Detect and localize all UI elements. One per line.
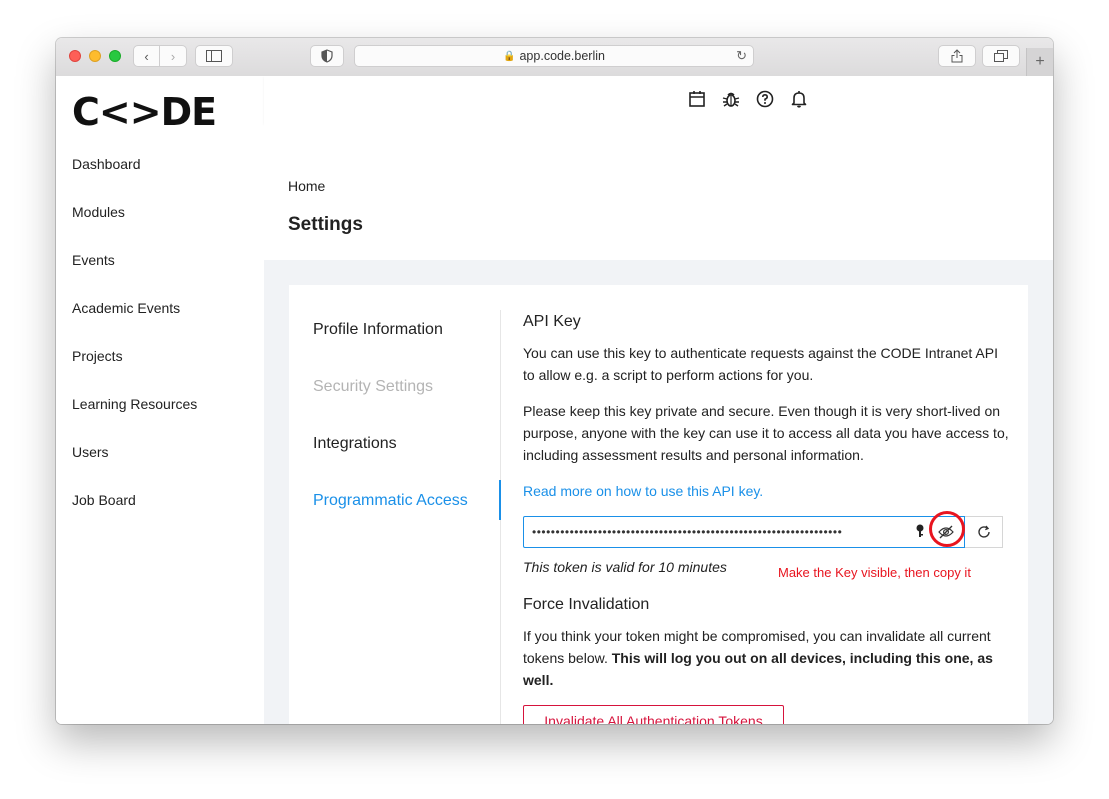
token-validity-text: This token is valid for 10 minutes: [523, 559, 727, 575]
address-bar[interactable]: 🔒 app.code.berlin ↻: [354, 45, 754, 67]
browser-toolbar: ‹ › 🔒 app.code.berlin ↻ +: [56, 38, 1053, 77]
api-key-input[interactable]: ••••••••••••••••••••••••••••••••••••••••…: [523, 516, 965, 548]
sidebar: C<>DE Dashboard Modules Events Academic …: [56, 76, 264, 724]
chevron-left-icon: ‹: [144, 48, 149, 64]
breadcrumb[interactable]: Home: [288, 178, 325, 194]
api-key-heading: API Key: [523, 313, 581, 330]
api-key-read-more-link[interactable]: Read more on how to use this API key.: [523, 483, 763, 499]
highlight-circle: [929, 511, 965, 547]
tab-programmatic-access[interactable]: Programmatic Access: [313, 492, 468, 510]
tabs-overview-button[interactable]: [982, 45, 1020, 67]
sidebar-item-users[interactable]: Users: [72, 444, 109, 460]
page-title: Settings: [288, 214, 363, 235]
api-key-field-group: ••••••••••••••••••••••••••••••••••••••••…: [523, 511, 1005, 548]
top-bar: [264, 76, 1053, 124]
sidebar-item-learning-resources[interactable]: Learning Resources: [72, 396, 197, 412]
api-key-warning: Please keep this key private and secure.…: [523, 403, 1009, 463]
refresh-icon: [977, 525, 990, 538]
forward-button[interactable]: ›: [160, 45, 187, 67]
zoom-window-button[interactable]: [109, 50, 121, 62]
bell-icon[interactable]: [788, 88, 810, 110]
app-page: C<>DE Dashboard Modules Events Academic …: [56, 76, 1053, 724]
tabs-icon: [994, 50, 1008, 62]
url-text: app.code.berlin: [519, 49, 605, 63]
api-key-intro: You can use this key to authenticate req…: [523, 345, 998, 383]
top-icons: [686, 88, 810, 110]
tab-integrations[interactable]: Integrations: [313, 435, 397, 453]
calendar-icon[interactable]: [686, 88, 708, 110]
sidebar-item-projects[interactable]: Projects: [72, 348, 123, 364]
force-invalidation-heading: Force Invalidation: [523, 596, 650, 613]
back-button[interactable]: ‹: [133, 45, 160, 67]
invalidate-tokens-button[interactable]: Invalidate All Authentication Tokens: [523, 705, 784, 724]
tab-security-settings: Security Settings: [313, 378, 434, 395]
code-logo[interactable]: C<>DE: [72, 90, 217, 134]
sidebar-toggle-button[interactable]: [195, 45, 233, 67]
sidebar-item-events[interactable]: Events: [72, 252, 115, 268]
browser-window: ‹ › 🔒 app.code.berlin ↻ + C<>DE Dashboar…: [56, 38, 1053, 724]
settings-tabs: Profile Information Security Settings In…: [289, 310, 501, 724]
active-tab-indicator: [499, 480, 501, 520]
history-nav: ‹ ›: [133, 45, 187, 67]
sidebar-item-job-board[interactable]: Job Board: [72, 492, 136, 508]
privacy-shield-button[interactable]: [310, 45, 344, 67]
page-header: [264, 124, 1053, 260]
bug-icon[interactable]: [720, 88, 742, 110]
refresh-key-button[interactable]: [965, 516, 1003, 548]
shield-icon: [321, 49, 333, 63]
sidebar-item-modules[interactable]: Modules: [72, 204, 125, 220]
help-icon[interactable]: [754, 88, 776, 110]
sidebar-item-academic-events[interactable]: Academic Events: [72, 300, 180, 316]
key-icon: [915, 524, 925, 541]
plus-icon: +: [1035, 53, 1045, 70]
share-icon: [951, 49, 963, 63]
settings-card: Profile Information Security Settings In…: [289, 285, 1028, 724]
reload-icon[interactable]: ↻: [736, 48, 747, 64]
force-invalidation-text: If you think your token might be comprom…: [523, 625, 1009, 691]
tab-profile-information[interactable]: Profile Information: [313, 321, 443, 339]
lock-icon: 🔒: [503, 50, 516, 62]
share-button[interactable]: [938, 45, 976, 67]
annotation-note: Make the Key visible, then copy it: [778, 565, 971, 580]
sidebar-icon: [206, 50, 222, 62]
chevron-right-icon: ›: [170, 48, 176, 64]
minimize-window-button[interactable]: [89, 50, 101, 62]
sidebar-item-dashboard[interactable]: Dashboard: [72, 156, 141, 172]
new-tab-button[interactable]: +: [1026, 48, 1053, 76]
close-window-button[interactable]: [69, 50, 81, 62]
